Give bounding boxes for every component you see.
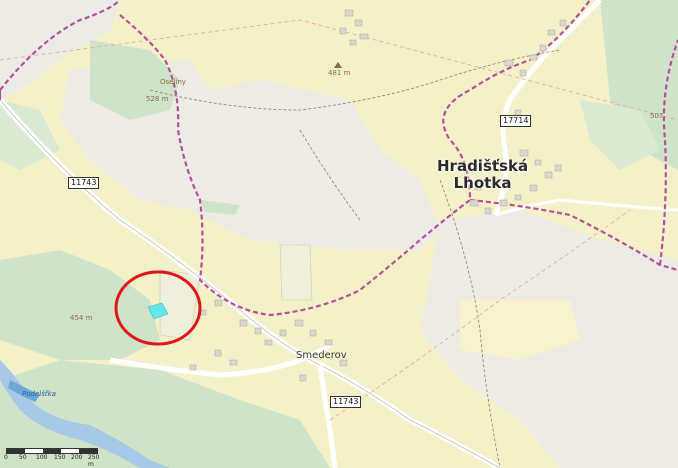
road-number-badge: 11743	[68, 177, 100, 189]
elevation-label: 454 m	[70, 314, 93, 322]
scale-tick: 250 m	[88, 454, 100, 468]
stream-label: Podelšťka	[22, 390, 56, 398]
place-hradistska-lhotka: Hradišťská Lhotka	[437, 158, 528, 192]
place-smederov: Smederov	[296, 350, 347, 361]
scale-bar: 0 50 100 150 200 250 m	[4, 446, 104, 468]
scale-tick: 0	[4, 454, 8, 461]
elevation-label: 481 m	[328, 69, 351, 77]
road-number-badge: 11743	[330, 396, 362, 408]
scale-tick: 200	[71, 454, 83, 461]
road-number-badge: 17714	[500, 115, 532, 127]
field-strip	[279, 244, 313, 301]
place-label-line2: Lhotka	[453, 174, 512, 192]
scale-tick: 100	[36, 454, 48, 461]
elevation-label: 507	[650, 112, 664, 120]
scale-tick: 150	[54, 454, 66, 461]
place-label-line1: Hradišťská	[437, 157, 529, 175]
place-oseliny: Oseliny	[160, 78, 186, 86]
elevation-label: 528 m	[146, 95, 169, 103]
map-view[interactable]: Hradišťská Lhotka Smederov Oseliny 11743…	[0, 0, 678, 468]
scale-tick: 50	[19, 454, 27, 461]
